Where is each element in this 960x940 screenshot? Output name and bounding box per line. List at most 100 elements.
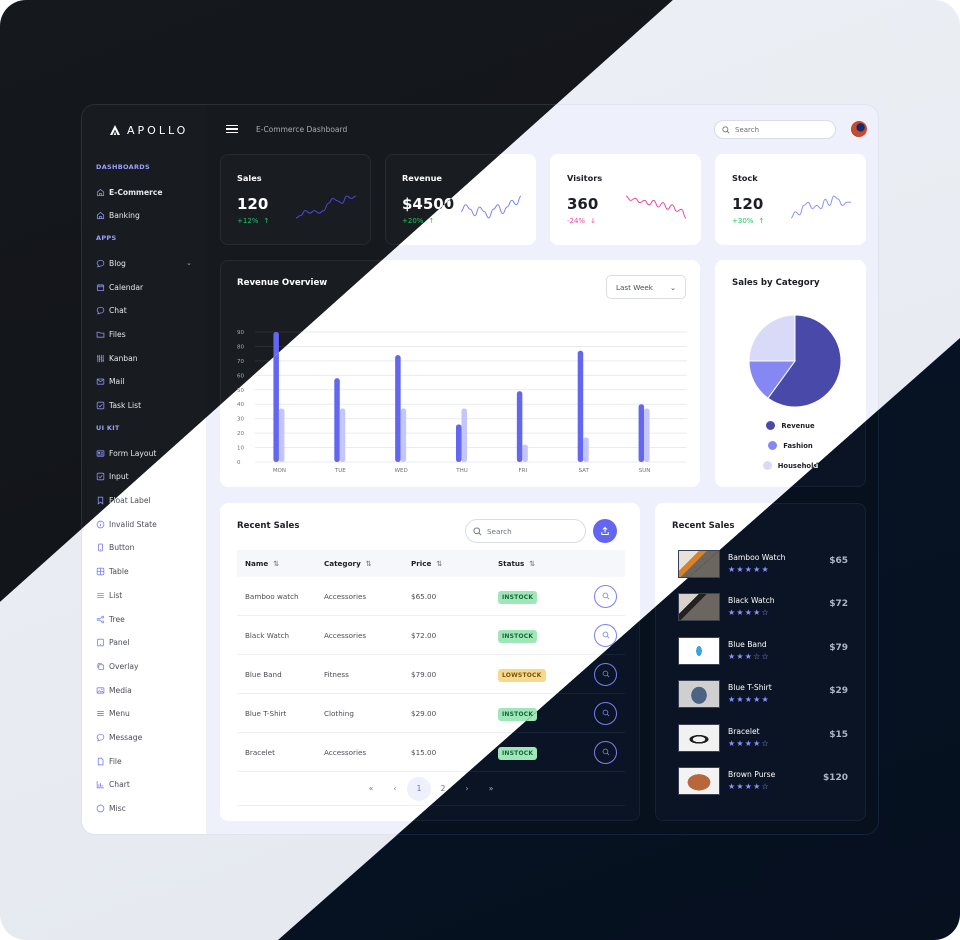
pie-slice-household[interactable] [748, 314, 796, 362]
sidebar-item-tree[interactable]: Tree [96, 614, 206, 624]
header-search[interactable] [714, 120, 836, 139]
column-header-category[interactable]: Category ⇅ [324, 559, 411, 568]
sidebar-item-e-commerce[interactable]: E-Commerce [96, 187, 206, 197]
user-avatar[interactable] [851, 121, 867, 137]
view-button[interactable] [594, 662, 617, 686]
column-header-label: Name [245, 559, 269, 568]
sidebar-item-chat[interactable]: Chat [96, 306, 206, 316]
product-name: Blue T-Shirt [728, 683, 772, 693]
sidebar-item-chart[interactable]: Chart [96, 780, 206, 790]
sidebar-item-label: Banking [109, 211, 140, 221]
sidebar-item-invalid-state[interactable]: Invalid State [96, 519, 206, 529]
sidebar-item-menu[interactable]: Menu [96, 709, 206, 719]
bar-primary-wed[interactable] [395, 355, 401, 462]
sparkline [461, 195, 521, 219]
sidebar-item-table[interactable]: Table [96, 567, 206, 577]
cell-name: Bracelet [245, 747, 275, 757]
column-header-status[interactable]: Status ⇅ [498, 559, 586, 568]
table-search[interactable] [465, 519, 586, 543]
hamburger-icon[interactable] [226, 124, 238, 134]
bar-secondary-mon[interactable] [278, 408, 285, 462]
sort-icon[interactable]: ⇅ [436, 559, 442, 568]
comment-icon [96, 306, 105, 315]
sidebar-item-media[interactable]: Media [96, 685, 206, 695]
y-tick-label: 30 [237, 417, 244, 423]
sidebar-item-mail[interactable]: Mail [96, 377, 206, 387]
product-list-item[interactable]: Blue Band ★★★☆☆ $79 [678, 636, 848, 667]
arrow-up-icon: ↑ [758, 217, 765, 225]
bar-secondary-tue[interactable] [339, 408, 346, 462]
chevron-down-icon[interactable]: ⌄ [186, 259, 192, 267]
sort-icon[interactable]: ⇅ [273, 559, 279, 568]
bar-secondary-sat[interactable] [583, 437, 589, 462]
view-button[interactable] [594, 584, 617, 608]
y-tick-label: 70 [237, 359, 244, 365]
first-page-button[interactable]: « [359, 777, 383, 801]
product-list-item[interactable]: Brown Purse ★★★★☆ $120 [678, 767, 848, 797]
arrow-up-icon: ↑ [428, 217, 435, 225]
y-tick-label: 10 [237, 446, 244, 452]
cell-price: $15.00 [411, 747, 437, 757]
product-list-item[interactable]: Bracelet ★★★★☆ $15 [678, 723, 848, 754]
sparkline [791, 195, 851, 219]
x-tick-label: FRI [519, 468, 528, 474]
kpi-delta: +12% ↑ [237, 217, 269, 225]
column-header-price[interactable]: Price ⇅ [411, 559, 498, 568]
view-button[interactable] [594, 701, 617, 725]
sidebar-item-calendar[interactable]: Calendar [96, 282, 206, 292]
bar-primary-thu[interactable] [456, 424, 462, 462]
triangle-logo-icon [110, 125, 120, 135]
sidebar-item-label: Misc [109, 804, 126, 813]
sidebar-item-label: Input [109, 472, 129, 482]
product-price: $15 [829, 729, 848, 740]
sidebar-item-panel[interactable]: Panel [96, 638, 206, 648]
sidebar-item-label: Task List [109, 401, 142, 410]
cell-category: Accessories [324, 747, 367, 757]
sidebar-item-kanban[interactable]: Kanban [96, 353, 206, 363]
cell-category: Accessories [324, 591, 367, 601]
sparkline [296, 195, 356, 219]
sidebar-item-file[interactable]: File [96, 756, 206, 766]
column-header-label: Category [324, 559, 361, 568]
bars-icon [96, 709, 105, 718]
sidebar-item-button[interactable]: Button [96, 543, 206, 553]
bar-primary-fri[interactable] [516, 391, 523, 462]
view-button[interactable] [594, 740, 617, 764]
sidebar-item-blog[interactable]: Blog ⌄ [96, 258, 206, 268]
search-icon [602, 709, 609, 717]
comment-icon [96, 259, 105, 268]
bar-primary-tue[interactable] [334, 378, 340, 462]
sidebar-item-message[interactable]: Message [96, 732, 206, 742]
last-page-button[interactable]: » [479, 777, 503, 801]
sort-icon[interactable]: ⇅ [366, 559, 372, 568]
sidebar-item-label: Media [109, 685, 132, 695]
sidebar-item-misc[interactable]: Misc [96, 804, 206, 814]
sidebar-item-task-list[interactable]: Task List [96, 401, 206, 411]
sidebar-item-label: Files [109, 329, 126, 339]
column-header-name[interactable]: Name ⇅ [237, 559, 324, 568]
bar-secondary-fri[interactable] [522, 444, 528, 462]
sidebar-item-label: File [109, 756, 122, 766]
bar-primary-sun[interactable] [638, 404, 645, 462]
upload-button[interactable] [593, 519, 617, 543]
bar-secondary-wed[interactable] [400, 408, 407, 462]
bar-primary-sat[interactable] [577, 350, 584, 462]
sidebar-item-banking[interactable]: Banking [96, 211, 206, 221]
product-thumbnail [678, 680, 720, 709]
sidebar-item-list[interactable]: List [96, 590, 206, 600]
header-search-input[interactable] [735, 125, 825, 134]
product-list-item[interactable]: Blue T-Shirt ★★★★★ $29 [678, 680, 848, 710]
view-button[interactable] [594, 623, 617, 647]
table-search-input[interactable] [487, 526, 577, 536]
bar-secondary-thu[interactable] [461, 408, 468, 462]
product-list-item[interactable]: Black Watch ★★★★☆ $72 [678, 593, 848, 623]
brand-logo[interactable]: APOLLO [96, 123, 206, 137]
bar-secondary-sun[interactable] [644, 408, 650, 462]
sort-icon[interactable]: ⇅ [529, 559, 535, 568]
sidebar-item-files[interactable]: Files [96, 329, 206, 339]
sidebar-item-overlay[interactable]: Overlay [96, 661, 206, 671]
cell-price: $72.00 [411, 630, 437, 640]
page-button[interactable]: 1 [407, 776, 431, 801]
prev-page-button[interactable]: ‹ [383, 777, 407, 801]
kpi-value: 360 [567, 195, 599, 213]
